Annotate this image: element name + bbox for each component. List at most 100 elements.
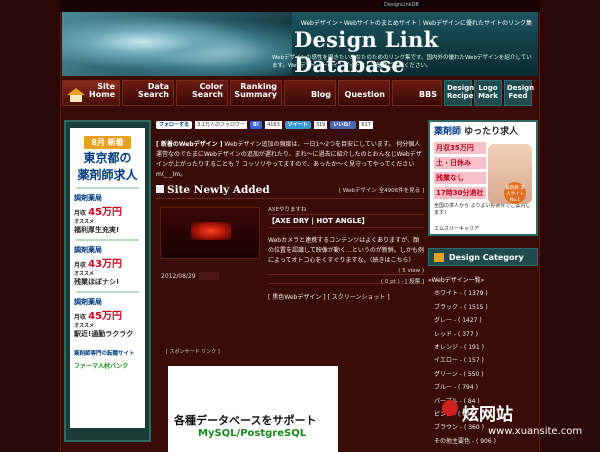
home-icon (67, 88, 85, 102)
ad-note: 全国の求人から よりよい好条件でご案内します！ (434, 203, 531, 216)
ad-point: 17時30分退社 (434, 187, 486, 199)
nav-logo-mark[interactable]: Logo Mark (474, 80, 502, 106)
entry-tagline: AXEやりますね (268, 207, 307, 213)
divider (76, 187, 139, 189)
category-item[interactable]: レッド - ( 377 ) (428, 328, 538, 341)
nav-design-feed[interactable]: Design Feed (504, 80, 535, 106)
ad-shop-item[interactable]: 調剤薬局 月収 45万円 オススメ 福利厚生充実! (74, 193, 141, 235)
category-item[interactable]: ブラウン - ( 360 ) (428, 421, 538, 434)
shop-sub: オススメ (74, 271, 95, 277)
pay-label: 月収 (74, 210, 87, 217)
category-item[interactable]: オレンジ - ( 191 ) (428, 341, 538, 354)
social-buttons: フォローする 3.1万人のフォロワー B! 4183 ツイート 319 いいね！… (156, 120, 424, 130)
ad-badge: 薬剤師 求人サイト No.1 (504, 182, 526, 204)
shop-name: 調剤薬局 (74, 194, 102, 202)
sponsored-label: [ スポンサード リンク ] (166, 349, 220, 355)
small-logo[interactable]: DesignLinkDB (382, 2, 421, 8)
section-title: Site Newly Added (167, 184, 270, 196)
shop-sub: オススメ (74, 219, 95, 225)
category-item[interactable]: イエロー - ( 157 ) (428, 354, 538, 367)
nav-bbs[interactable]: BBS (392, 80, 442, 106)
news-intro: [ 新着のWebデザイン ] Webデザイン追加の頻度は、一日1〜2つを目安にし… (156, 141, 422, 178)
shop-highlight: 福利厚生充実! (74, 226, 120, 234)
entry-tags[interactable]: [ 黒色Webデザイン ] [ スクリーンショット ] (268, 292, 424, 301)
news-label: 新着のWebデザイン (160, 141, 218, 148)
tweet-count: 319 (313, 121, 328, 129)
vote-link[interactable]: [ 投票 ] (405, 279, 424, 285)
ad-month-badge: 8月 新着 (84, 136, 131, 149)
ad-footer-line1: 薬剤師専門の転職サイト (74, 351, 135, 357)
nav-color-search[interactable]: Color Search (176, 80, 228, 106)
sponsored-text1: 各種データベースをサポート (174, 414, 317, 427)
left-sidebar-ad[interactable]: 8月 新着 東京都の 薬剤師求人 調剤薬局 月収 45万円 オススメ 福利厚生充… (64, 120, 151, 442)
entry-thumbnail[interactable] (160, 207, 260, 259)
section-header: Site Newly Added [ Webデザイン 全4906件を見る ] (156, 184, 424, 199)
nav-blog[interactable]: Blog (284, 80, 336, 106)
twitter-follow-button[interactable]: フォローする (156, 121, 193, 129)
category-item[interactable]: その他主要色 - ( 906 ) (428, 435, 538, 448)
top-strip: DesignLinkDB (60, 0, 540, 12)
sponsored-ad[interactable]: 各種データベースをサポート MySQL/PostgreSQL (168, 366, 338, 452)
entry-title[interactable]: 【AXE DRY | HOT ANGLE】 (268, 214, 424, 228)
nav-ranking-summary[interactable]: Ranking Summary (230, 80, 282, 106)
ad-title-a: 薬剤師 (434, 127, 462, 137)
nav-label: Search (192, 90, 223, 99)
pay-label: 月収 (74, 314, 87, 321)
entry-date-wrap: 2012/08/29 (161, 272, 219, 280)
header-tagline: Webデザイン・Webサイトのまとめサイト｜Webデザインに優れたサイトのリンク… (300, 20, 532, 27)
ad-point: 残業なし (434, 172, 486, 184)
category-item[interactable]: グリーン - ( 550 ) (428, 368, 538, 381)
square-icon (156, 185, 164, 193)
ad-footer: エムスリーキャリア (434, 226, 480, 232)
view-all-link[interactable]: [ Webデザイン 全4906件を見る ] (339, 186, 424, 194)
section-title-wrap: Site Newly Added (156, 184, 270, 196)
nav-label: Blog (310, 90, 331, 99)
category-box: Design Category «Webデザイン一覧» ホワイト - ( 137… (428, 248, 538, 448)
nav-label: Summary (234, 90, 277, 99)
ad-shop-item[interactable]: 調剤薬局 月収 43万円 オススメ 残業ほぼナシ! (74, 245, 141, 287)
category-item[interactable]: ピンク - ( 99 ) (428, 408, 538, 421)
divider (76, 291, 139, 293)
category-all-link[interactable]: «Webデザイン一覧» (428, 274, 538, 287)
bookmark-button[interactable]: B! (249, 121, 263, 129)
entry-views: ( 5 view ) (268, 268, 424, 275)
nav-question[interactable]: Question (338, 80, 390, 106)
entry-points: ( 0 pt ) - [ 投票 ] (268, 277, 424, 285)
ad-footer-line2: ファーマ人材バンク (74, 363, 129, 370)
nav-label: Design (507, 84, 535, 92)
shop-pay: 月収 45万円 (74, 203, 141, 218)
nav-label: BBS (419, 90, 437, 99)
site-header: Webデザイン・Webサイトのまとめサイト｜Webデザインに優れたサイトのリンク… (62, 12, 538, 76)
category-item[interactable]: ホワイト - ( 1379 ) (428, 287, 538, 300)
shop-pay: 月収 43万円 (74, 255, 141, 270)
shop-highlight: 駅近!通勤ラクラク (74, 330, 134, 338)
shop-name: 調剤薬局 (74, 298, 102, 306)
nav-label: Search (138, 90, 169, 99)
shop-pay: 月収 45万円 (74, 307, 141, 322)
points-value: ( 0 pt ) - (381, 279, 404, 285)
ad-shop-item[interactable]: 調剤薬局 月収 45万円 オススメ 駅近!通勤ラクラク (74, 297, 141, 339)
sponsored-text2: MySQL/PostgreSQL (198, 428, 307, 439)
like-button[interactable]: いいね！ (330, 121, 357, 129)
right-ad[interactable]: 薬剤師 ゆったり求人 月収35万円 土・日休み 残業なし 17時30分退社 薬剤… (428, 120, 538, 236)
nav-site-home[interactable]: Site Home (62, 80, 120, 106)
shop-name: 調剤薬局 (74, 246, 102, 254)
category-item[interactable]: パープル - ( 84 ) (428, 395, 538, 408)
category-item[interactable]: グレー - ( 1427 ) (428, 314, 538, 327)
pharmacist-ad[interactable]: 8月 新着 東京都の 薬剤師求人 調剤薬局 月収 45万円 オススメ 福利厚生充… (70, 128, 145, 428)
entry-body: AXEやりますね 【AXE DRY | HOT ANGLE】 Webカメラと連携… (268, 205, 424, 301)
nav-data-search[interactable]: Data Search (122, 80, 174, 106)
nav-design-recipe[interactable]: Design Recipe (444, 80, 474, 106)
divider (76, 239, 139, 241)
pay-label: 月収 (74, 262, 87, 269)
category-item[interactable]: ブルー - ( 794 ) (428, 381, 538, 394)
shop-highlight: 残業ほぼナシ! (74, 278, 120, 286)
tweet-button[interactable]: ツイート (284, 121, 311, 129)
nav-label: Question (344, 90, 385, 99)
bookmark-count: 4183 (265, 121, 282, 129)
site-entry: AXEやりますね 【AXE DRY | HOT ANGLE】 Webカメラと連携… (156, 205, 424, 355)
shop-sub: オススメ (74, 323, 95, 329)
header-description: Webデザインの感性を磨きたいあなたのためのリンク集です。国内外の優れたWebデ… (272, 55, 532, 69)
category-header: Design Category (428, 248, 538, 266)
category-item[interactable]: ブラック - ( 1515 ) (428, 301, 538, 314)
